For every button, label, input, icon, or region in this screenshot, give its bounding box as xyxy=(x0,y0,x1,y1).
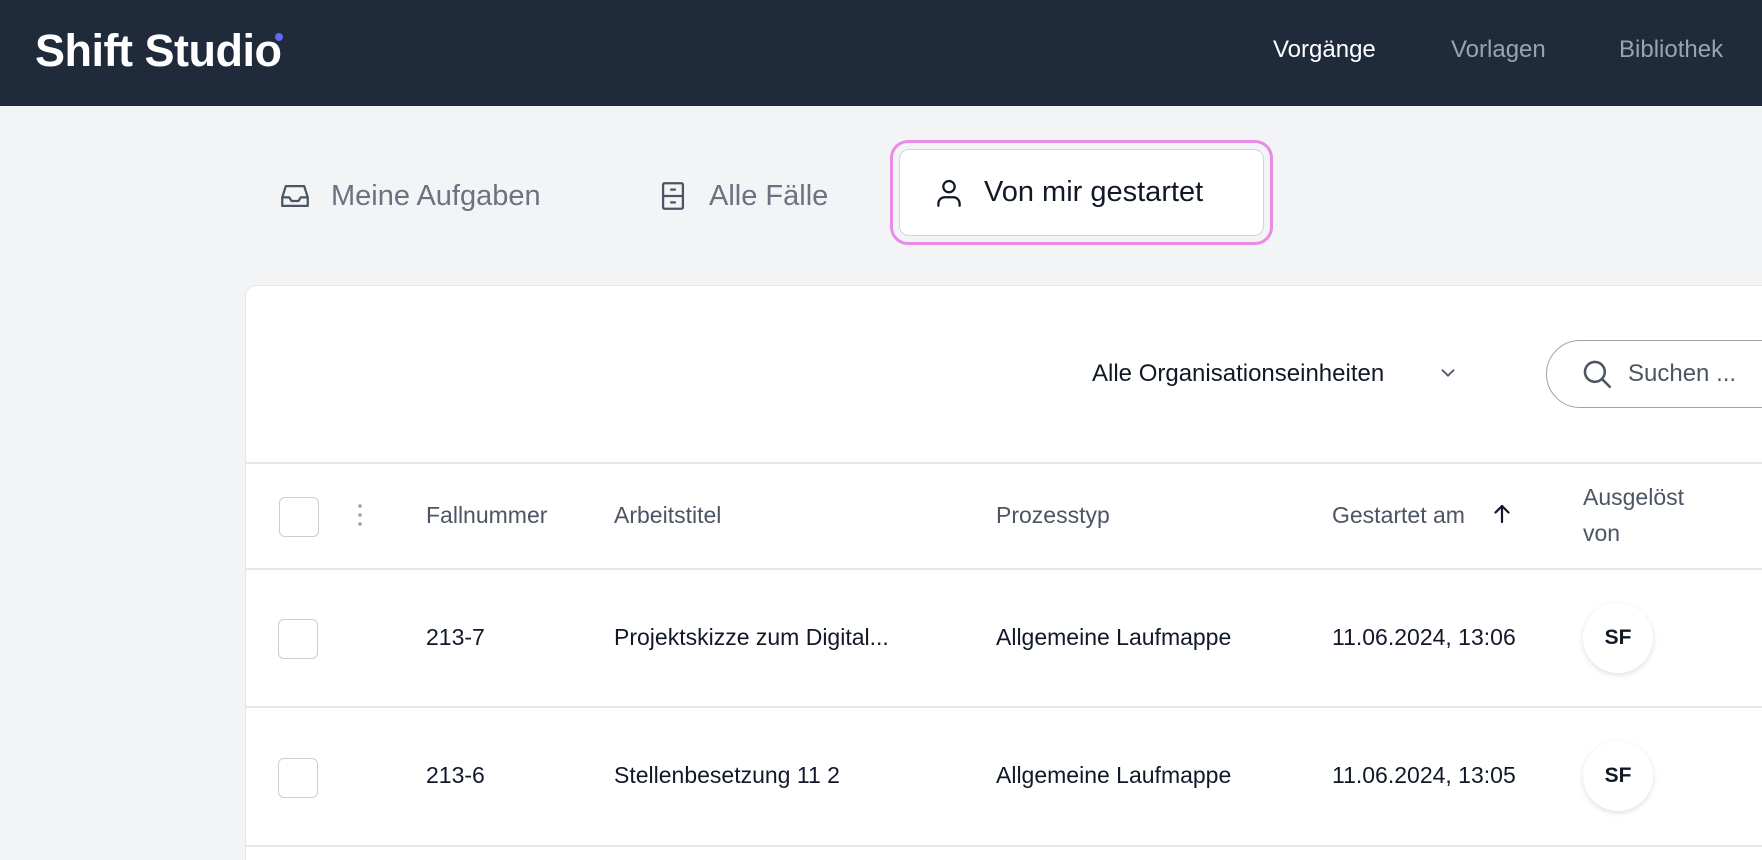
nav-item-bibliothek[interactable]: Bibliothek xyxy=(1619,34,1723,66)
tab-label: Meine Aufgaben xyxy=(331,179,541,212)
row-checkbox[interactable] xyxy=(278,619,318,659)
brand-dot-icon xyxy=(275,33,283,41)
kebab-menu-icon[interactable] xyxy=(354,502,366,530)
column-header-arbeitstitel[interactable]: Arbeitstitel xyxy=(614,500,721,530)
cell-arbeitstitel: Projektskizze zum Digital... xyxy=(614,624,889,650)
cell-prozesstyp: Allgemeine Laufmappe xyxy=(996,624,1232,650)
divider xyxy=(246,568,1762,570)
nav-item-vorgaenge[interactable]: Vorgänge xyxy=(1273,34,1376,66)
search-placeholder: Suchen ... xyxy=(1628,360,1737,387)
divider xyxy=(246,706,1762,708)
tab-von-mir-gestartet[interactable]: Von mir gestartet xyxy=(890,140,1273,245)
user-icon xyxy=(937,179,961,207)
tab-label: Von mir gestartet xyxy=(984,176,1204,208)
cell-gestartet-am: 11.06.2024, 13:05 xyxy=(1332,762,1516,788)
organisation-filter[interactable]: Alle Organisationseinheiten xyxy=(1092,358,1384,390)
top-bar: Shift Studio Vorgänge Vorlagen Bibliothe… xyxy=(0,0,1762,106)
archive-icon xyxy=(661,182,685,210)
avatar[interactable]: SF xyxy=(1583,603,1653,673)
search-icon xyxy=(1583,360,1612,389)
inbox-icon xyxy=(281,184,309,208)
column-header-von[interactable]: von xyxy=(1583,518,1620,548)
divider xyxy=(246,845,1762,847)
tab-von-mir-gestartet-inner: Von mir gestartet xyxy=(899,149,1264,236)
column-header-gestartet-am[interactable]: Gestartet am xyxy=(1332,500,1465,530)
nav-item-vorlagen[interactable]: Vorlagen xyxy=(1451,34,1546,66)
divider xyxy=(246,462,1762,464)
cell-fallnummer: 213-7 xyxy=(426,624,485,650)
chevron-down-icon[interactable] xyxy=(1437,362,1459,384)
avatar[interactable]: SF xyxy=(1583,741,1653,811)
cell-fallnummer: 213-6 xyxy=(426,762,485,788)
row-checkbox[interactable] xyxy=(278,758,318,798)
select-all-checkbox[interactable] xyxy=(279,497,319,537)
cell-gestartet-am: 11.06.2024, 13:06 xyxy=(1332,624,1516,650)
tab-meine-aufgaben[interactable]: Meine Aufgaben xyxy=(278,156,541,236)
sort-ascending-icon[interactable] xyxy=(1490,502,1514,526)
column-header-fallnummer[interactable]: Fallnummer xyxy=(426,500,547,530)
cell-prozesstyp: Allgemeine Laufmappe xyxy=(996,762,1232,788)
tab-alle-faelle[interactable]: Alle Fälle xyxy=(656,156,828,236)
column-header-ausgeloest[interactable]: Ausgelöst xyxy=(1583,482,1684,512)
app-logo[interactable]: Shift Studio xyxy=(35,22,282,80)
column-header-prozesstyp[interactable]: Prozesstyp xyxy=(996,500,1110,530)
cell-arbeitstitel: Stellenbesetzung 11 2 xyxy=(614,762,840,788)
tab-label: Alle Fälle xyxy=(709,179,829,212)
